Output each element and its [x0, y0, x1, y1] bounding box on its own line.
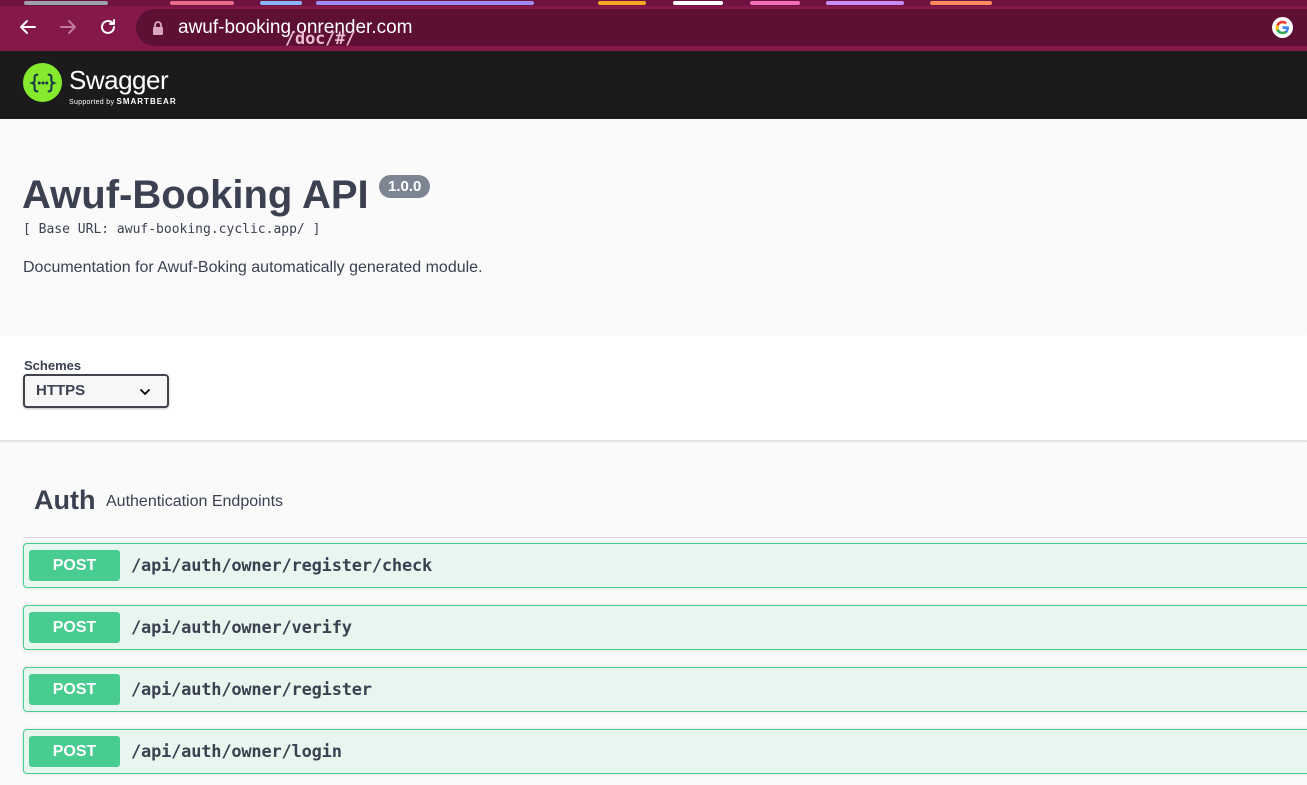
- swagger-logo-text[interactable]: Swagger: [69, 65, 169, 96]
- version-badge: 1.0.0: [379, 175, 431, 198]
- base-url: [ Base URL: awuf-booking.cyclic.app/ ]: [23, 222, 321, 237]
- lock-icon: [153, 21, 163, 35]
- schemes-section: Schemes HTTPS: [0, 335, 1307, 442]
- swagger-topbar: Swagger Supported by SMARTBEAR: [0, 51, 1307, 119]
- browser-tab[interactable]: [170, 1, 234, 5]
- tag-description: Authentication Endpoints: [106, 493, 284, 510]
- swagger-logo-subtitle: Supported by SMARTBEAR: [69, 97, 177, 106]
- logo-sub-prefix: Supported by: [69, 99, 115, 106]
- reload-button[interactable]: [95, 14, 121, 40]
- api-info: Awuf-Booking API 1.0.0 [ Base URL: awuf-…: [0, 119, 1307, 335]
- tag-name: Auth: [34, 485, 96, 515]
- method-badge: POST: [29, 612, 120, 643]
- operation-path: /api/auth/owner/register: [131, 680, 372, 700]
- chevron-down-icon: [140, 389, 150, 395]
- swagger-braces-icon[interactable]: [23, 63, 62, 102]
- schemes-label: Schemes: [24, 358, 82, 373]
- method-badge: POST: [29, 736, 120, 767]
- browser-tab[interactable]: [598, 1, 646, 5]
- schemes-selected-value: HTTPS: [36, 382, 86, 399]
- method-badge: POST: [29, 550, 120, 581]
- arrow-left-icon: [20, 20, 36, 34]
- reload-icon: [101, 19, 115, 34]
- arrow-right-icon: [60, 20, 76, 34]
- operation-row[interactable]: POST /api/auth/owner/verify: [23, 605, 1307, 650]
- browser-tab[interactable]: [24, 1, 108, 5]
- logo-sub-brand: SMARTBEAR: [116, 97, 177, 106]
- tag-header-auth[interactable]: Auth Authentication Endpoints: [23, 466, 1307, 538]
- url-path: /doc/#/: [285, 29, 356, 49]
- address-bar[interactable]: awuf-booking.onrender.com/doc/#/: [136, 9, 1307, 49]
- browser-tab[interactable]: [316, 1, 534, 5]
- browser-tab[interactable]: [673, 1, 723, 5]
- browser-tab[interactable]: [930, 1, 992, 5]
- operation-path: /api/auth/owner/register/check: [131, 556, 433, 576]
- browser-tab[interactable]: [750, 1, 800, 5]
- braces-glyph-icon: [28, 73, 57, 92]
- operations-section: Auth Authentication Endpoints POST /api/…: [0, 444, 1307, 785]
- back-button[interactable]: [15, 14, 41, 40]
- operation-row[interactable]: POST /api/auth/owner/login: [23, 729, 1307, 774]
- url-text[interactable]: awuf-booking.onrender.com/doc/#/: [178, 17, 412, 49]
- forward-button[interactable]: [55, 14, 81, 40]
- browser-toolbar: awuf-booking.onrender.com/doc/#/: [0, 0, 1307, 51]
- api-title: Awuf-Booking API: [22, 173, 369, 217]
- method-badge: POST: [29, 674, 120, 705]
- google-icon[interactable]: [1272, 17, 1293, 38]
- operation-path: /api/auth/owner/login: [131, 742, 342, 762]
- api-description: Documentation for Awuf-Boking automatica…: [23, 259, 483, 276]
- browser-tab[interactable]: [826, 1, 904, 5]
- google-g-icon: [1275, 20, 1289, 35]
- operation-row[interactable]: POST /api/auth/owner/register/check: [23, 543, 1307, 588]
- browser-tab[interactable]: [260, 1, 302, 5]
- operation-path: /api/auth/owner/verify: [131, 618, 352, 638]
- tab-strip: [0, 0, 1307, 6]
- schemes-select[interactable]: HTTPS: [23, 374, 169, 408]
- operation-row[interactable]: POST /api/auth/owner/register: [23, 667, 1307, 712]
